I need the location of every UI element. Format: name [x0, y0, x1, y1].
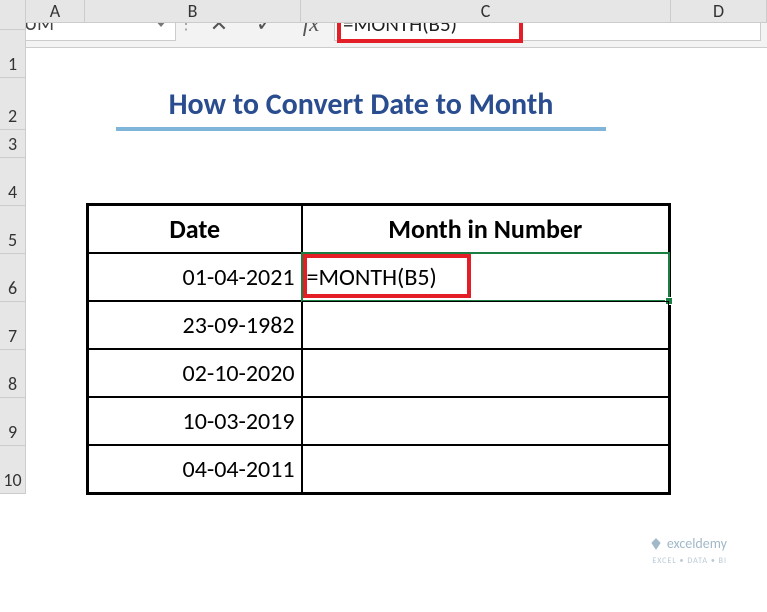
cell-B5[interactable]: 01-04-2021	[88, 253, 302, 301]
data-table: Date Month in Number 01-04-2021 =MONTH(B…	[86, 203, 671, 495]
table-row: 04-04-2011	[88, 445, 669, 493]
cell-formula-text: =MONTH(B5)	[307, 263, 437, 292]
select-all-corner[interactable]	[0, 0, 26, 30]
watermark-brand: exceldemy	[667, 535, 727, 552]
table-row: 23-09-1982	[88, 301, 669, 349]
row-header-7[interactable]: 7	[0, 302, 26, 350]
page-title: How to Convert Date to Month	[116, 86, 606, 131]
row-header-4[interactable]: 4	[0, 158, 26, 206]
cell-C7[interactable]	[302, 349, 669, 397]
cell-C9[interactable]	[302, 445, 669, 493]
row-header-8[interactable]: 8	[0, 350, 26, 398]
header-date: Date	[88, 205, 302, 253]
col-header-D[interactable]: D	[671, 0, 767, 23]
table-header-row: Date Month in Number	[88, 205, 669, 253]
column-headers: A B C D	[26, 0, 767, 23]
logo-icon	[649, 537, 663, 551]
header-month: Month in Number	[302, 205, 669, 253]
row-header-6[interactable]: 6	[0, 254, 26, 302]
watermark-tagline: EXCEL • DATA • BI	[652, 556, 727, 566]
watermark: exceldemy	[649, 535, 727, 552]
col-header-A[interactable]: A	[26, 0, 85, 23]
row-headers: 1 2 3 4 5 6 7 8 9 10	[0, 30, 26, 494]
col-header-C[interactable]: C	[301, 0, 671, 23]
row-header-2[interactable]: 2	[0, 78, 26, 130]
row-header-3[interactable]: 3	[0, 130, 26, 158]
cell-C8[interactable]	[302, 397, 669, 445]
cell-B6[interactable]: 23-09-1982	[88, 301, 302, 349]
cell-C5[interactable]: =MONTH(B5)	[302, 253, 669, 301]
table-row: 02-10-2020	[88, 349, 669, 397]
row-header-9[interactable]: 9	[0, 398, 26, 446]
row-header-5[interactable]: 5	[0, 206, 26, 254]
row-header-1[interactable]: 1	[0, 30, 26, 78]
cell-B7[interactable]: 02-10-2020	[88, 349, 302, 397]
cell-B8[interactable]: 10-03-2019	[88, 397, 302, 445]
cell-C6[interactable]	[302, 301, 669, 349]
table-row: 01-04-2021 =MONTH(B5)	[88, 253, 669, 301]
row-header-10[interactable]: 10	[0, 446, 26, 494]
cell-B9[interactable]: 04-04-2011	[88, 445, 302, 493]
table-row: 10-03-2019	[88, 397, 669, 445]
sheet-area: A B C D 1 2 3 4 5 6 7 8 9 10 How to Conv…	[0, 48, 767, 612]
grid[interactable]: How to Convert Date to Month Date Month …	[26, 30, 767, 612]
col-header-B[interactable]: B	[85, 0, 301, 23]
